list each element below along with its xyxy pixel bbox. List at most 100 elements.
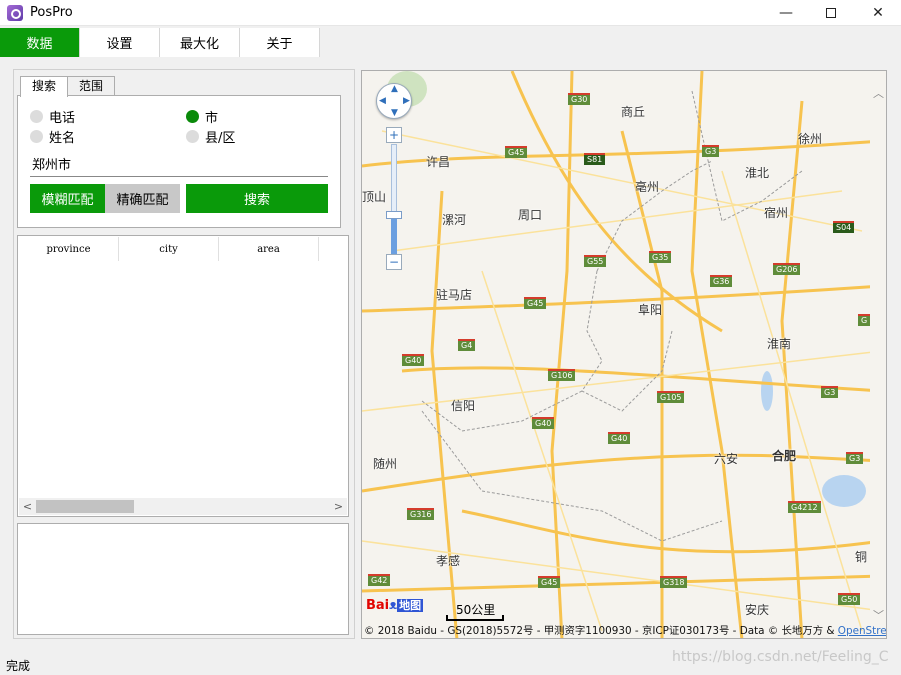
pan-down-icon[interactable]: ▼ <box>391 108 398 118</box>
column-area[interactable]: area <box>219 237 319 261</box>
search-tab-body: 电话 市 姓名 县/区 郑州市 模糊匹配 精确匹配 搜索 <box>17 95 341 228</box>
minimize-button[interactable]: — <box>763 0 809 26</box>
radio-phone[interactable]: 电话 <box>30 107 75 126</box>
left-panel: 搜索 范围 电话 市 姓名 县/区 郑州市 模糊匹配 精确匹配 搜索 provi… <box>13 69 355 639</box>
highway-shield: G3 <box>821 386 839 398</box>
column-province[interactable]: province <box>19 237 119 261</box>
close-button[interactable]: ✕ <box>855 0 901 26</box>
maximize-button[interactable] <box>808 0 854 26</box>
highway-shield: G55 <box>584 255 607 267</box>
column-city[interactable]: city <box>119 237 219 261</box>
map-label-luan[interactable]: 六安 <box>714 450 738 467</box>
pan-left-icon[interactable]: ◀ <box>379 96 386 106</box>
baidu-logo[interactable]: Baiᴥ 地图 <box>366 597 424 613</box>
search-input-underline <box>30 176 328 177</box>
scroll-left-icon[interactable]: < <box>19 498 36 515</box>
map-label-xiaogan[interactable]: 孝感 <box>436 552 460 569</box>
map-label-huaibei[interactable]: 淮北 <box>745 164 769 181</box>
radio-label: 电话 <box>49 111 76 126</box>
radio-indicator <box>30 110 43 123</box>
highway-shield: G318 <box>660 576 688 588</box>
highway-shield: S81 <box>584 153 606 165</box>
map-label-xinyang[interactable]: 信阳 <box>451 397 475 414</box>
map-label-suizhou[interactable]: 随州 <box>373 455 397 472</box>
highway-shield: G106 <box>548 369 576 381</box>
highway-shield: G40 <box>532 417 555 429</box>
scroll-right-icon[interactable]: > <box>330 498 347 515</box>
highway-shield: G105 <box>657 391 685 403</box>
highway-shield: G316 <box>407 508 435 520</box>
map-label-tong[interactable]: 铜 <box>855 548 867 565</box>
map-label-fuyang[interactable]: 阜阳 <box>638 301 662 318</box>
tab-range[interactable]: 范围 <box>67 76 116 96</box>
radio-label: 姓名 <box>49 131 76 146</box>
highway-shield: G4 <box>458 339 476 351</box>
map-label-anqing[interactable]: 安庆 <box>745 601 769 618</box>
zoom-slider-handle[interactable] <box>386 211 402 219</box>
menu-bar: 数据 设置 最大化 关于 <box>0 27 901 57</box>
map-label-zhumadian[interactable]: 驻马店 <box>436 286 472 303</box>
map-label-shangqiu[interactable]: 商丘 <box>621 103 645 120</box>
map-label-dingshan[interactable]: 顶山 <box>362 188 386 205</box>
highway-shield: G45 <box>538 576 561 588</box>
highway-shield: S04 <box>833 221 855 233</box>
map-pan-control[interactable]: ▲ ▼ ◀ ▶ <box>376 83 412 119</box>
map-copyright: © 2018 Baidu - GS(2018)5572号 - 甲测资字11009… <box>364 622 886 637</box>
radio-indicator <box>186 130 199 143</box>
openstreetmap-link[interactable]: OpenStreet <box>838 625 886 637</box>
scroll-down-icon[interactable]: ﹀ <box>873 607 884 623</box>
highway-shield: G45 <box>524 297 547 309</box>
window-title: PosPro <box>30 5 73 20</box>
exact-match-button[interactable]: 精确匹配 <box>105 184 180 213</box>
highway-shield: G42 <box>368 574 391 586</box>
map-label-luohe[interactable]: 漯河 <box>442 211 466 228</box>
title-bar: PosPro — ✕ <box>0 0 901 26</box>
map-view[interactable]: 许昌 商丘 徐州 顶山 漯河 周口 亳州 淮北 宿州 驻马店 阜阳 淮南 信阳 … <box>361 70 887 639</box>
log-output[interactable] <box>17 523 349 635</box>
map-label-suzhou[interactable]: 宿州 <box>764 204 788 221</box>
zoom-control: + − <box>386 127 402 271</box>
pan-right-icon[interactable]: ▶ <box>403 96 410 106</box>
highway-shield: G40 <box>402 354 425 366</box>
map-label-xuchang[interactable]: 许昌 <box>426 153 450 170</box>
pan-up-icon[interactable]: ▲ <box>391 84 398 94</box>
map-scale-bar <box>446 615 504 621</box>
highway-shield: G45 <box>505 146 528 158</box>
menu-maximize[interactable]: 最大化 <box>160 28 240 57</box>
map-vertical-scrollbar[interactable]: ︿ ﹀ <box>870 71 886 638</box>
menu-about[interactable]: 关于 <box>240 28 320 57</box>
highway-shield: G4212 <box>788 501 821 513</box>
zoom-in-button[interactable]: + <box>386 127 402 143</box>
zoom-out-button[interactable]: − <box>386 254 402 270</box>
radio-indicator <box>186 110 199 123</box>
map-label-zhoukou[interactable]: 周口 <box>518 206 542 223</box>
menu-settings[interactable]: 设置 <box>80 28 160 57</box>
highway-shield: G50 <box>838 593 861 605</box>
radio-county[interactable]: 县/区 <box>186 127 235 146</box>
radio-indicator <box>30 130 43 143</box>
radio-label: 县/区 <box>205 131 236 146</box>
result-table[interactable]: province city area < > <box>17 235 349 517</box>
search-button[interactable]: 搜索 <box>186 184 328 213</box>
fuzzy-match-button[interactable]: 模糊匹配 <box>30 184 105 213</box>
horizontal-scrollbar[interactable]: < > <box>19 498 347 515</box>
highway-shield: G3 <box>702 145 720 157</box>
logo-map-text: 地图 <box>397 599 424 612</box>
scroll-up-icon[interactable]: ︿ <box>873 85 884 101</box>
scrollbar-thumb[interactable] <box>36 500 134 513</box>
search-input[interactable]: 郑州市 <box>32 154 71 173</box>
tab-search[interactable]: 搜索 <box>20 76 69 97</box>
radio-name[interactable]: 姓名 <box>30 127 75 146</box>
map-label-xuzhou[interactable]: 徐州 <box>798 130 822 147</box>
menu-data[interactable]: 数据 <box>0 28 80 57</box>
highway-shield: G35 <box>649 251 672 263</box>
highway-shield: G206 <box>773 263 801 275</box>
radio-city[interactable]: 市 <box>186 107 218 126</box>
copyright-text: © 2018 Baidu - GS(2018)5572号 - 甲测资字11009… <box>364 625 838 637</box>
map-label-huainan[interactable]: 淮南 <box>767 335 791 352</box>
map-label-bozhou[interactable]: 亳州 <box>635 178 659 195</box>
map-label-hefei[interactable]: 合肥 <box>772 447 796 464</box>
zoom-slider-fill <box>391 217 397 254</box>
highway-shield: G40 <box>608 432 631 444</box>
watermark: https://blog.csdn.net/Feeling_C <box>672 649 889 665</box>
